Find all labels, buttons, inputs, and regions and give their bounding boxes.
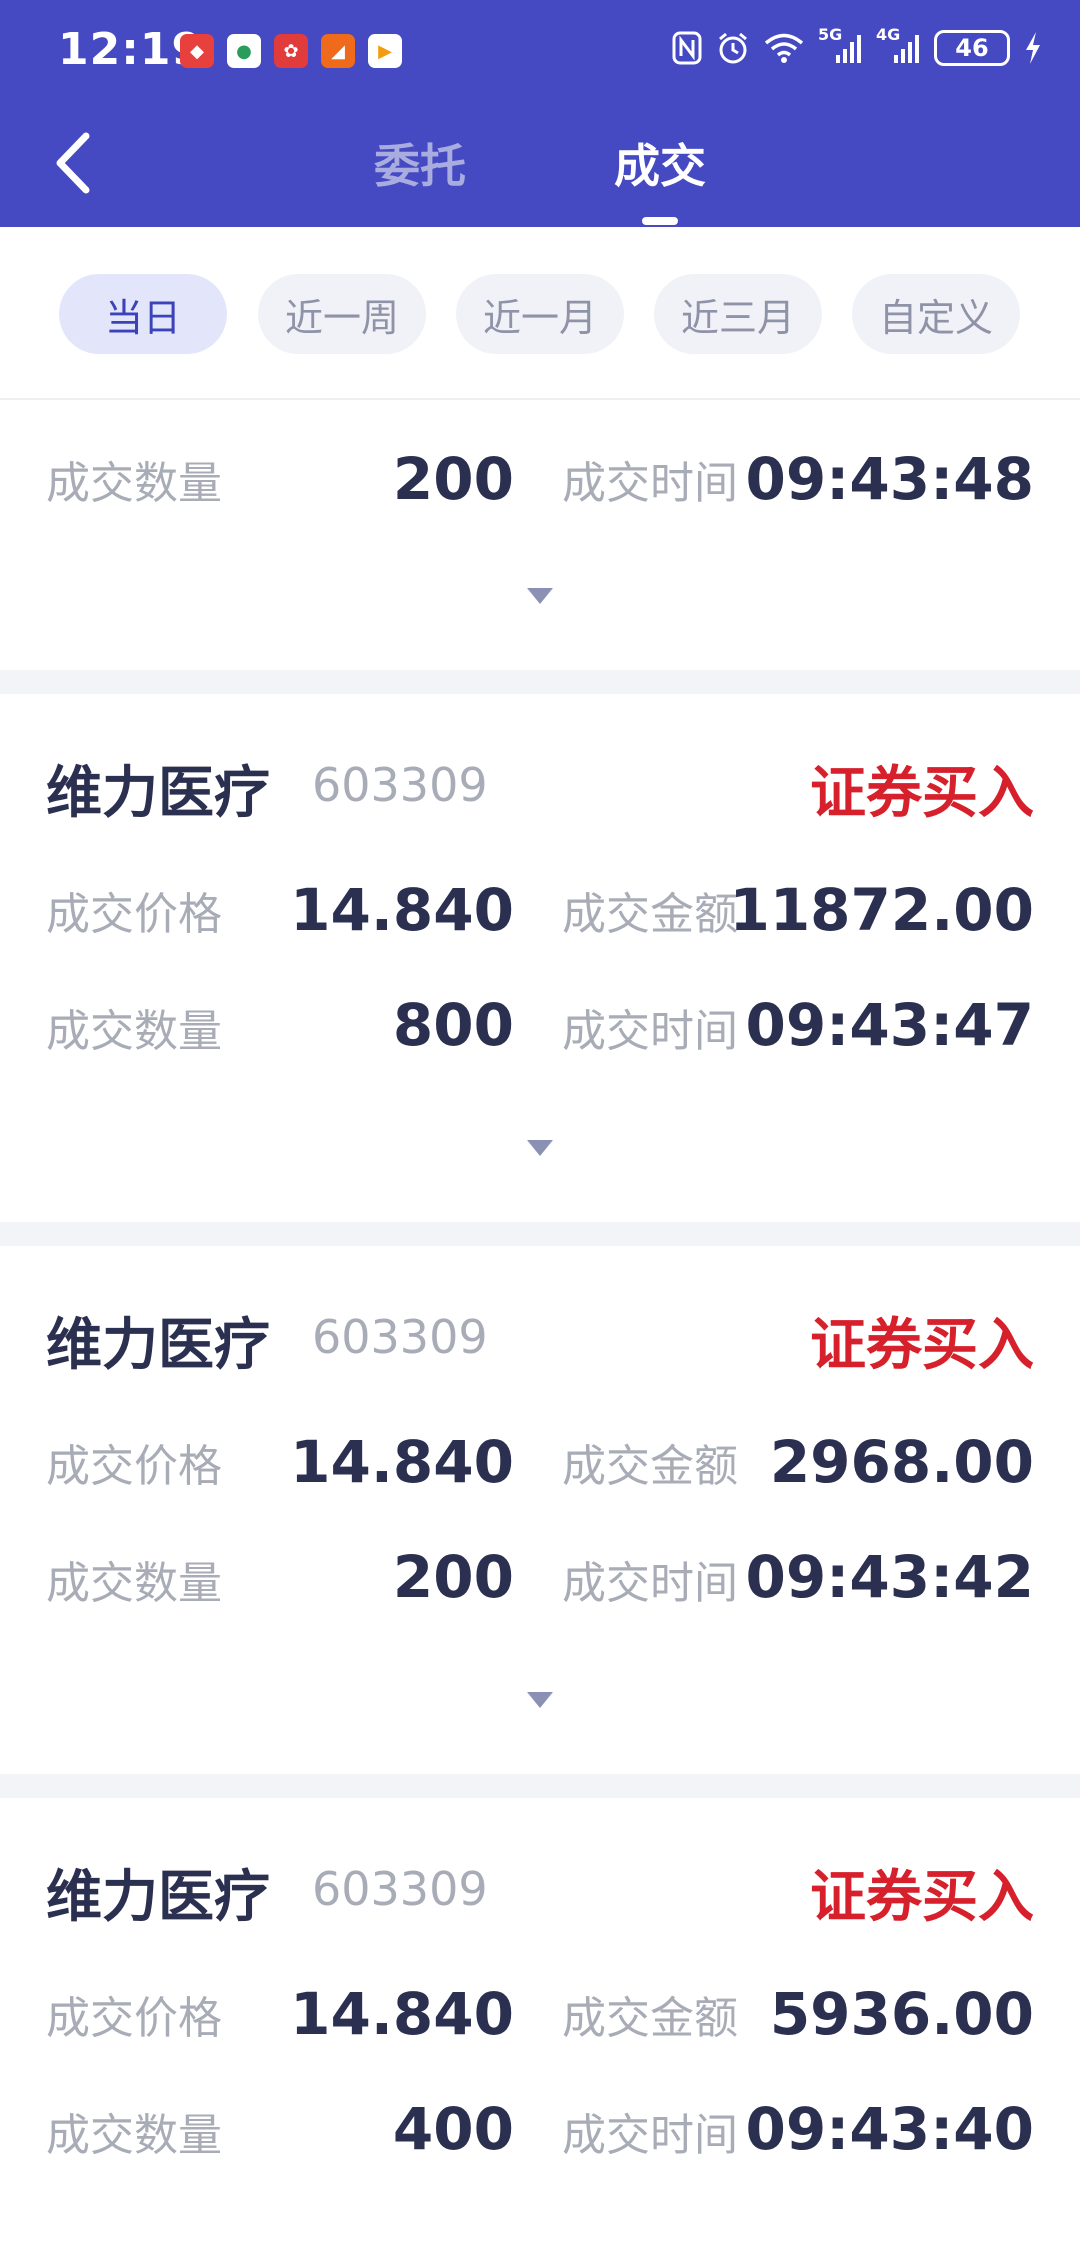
quantity-value: 800: [392, 991, 514, 1059]
time-label: 成交时间: [562, 458, 738, 509]
time-value: 09:43:48: [745, 445, 1034, 513]
price-value: 14.840: [290, 1428, 514, 1496]
signal-4g-icon: 4G: [876, 25, 920, 65]
card-separator: [0, 670, 1080, 694]
quantity-value: 200: [392, 445, 514, 513]
quantity-label: 成交数量: [46, 2110, 222, 2161]
quantity-value: 400: [392, 2095, 514, 2163]
trade-card[interactable]: 维力医疗 603309 证券买入 成交价格 14.840 成交金额 11872.…: [0, 694, 1080, 1222]
quantity-label: 成交数量: [46, 1006, 222, 1057]
filter-week[interactable]: 近一周: [258, 274, 426, 354]
price-value: 14.840: [290, 876, 514, 944]
trade-type-badge: 证券买入: [810, 761, 1034, 826]
stock-name: 维力医疗: [46, 1865, 270, 1930]
time-label: 成交时间: [562, 1558, 738, 1609]
stock-code: 603309: [312, 1310, 488, 1364]
stock-code: 603309: [312, 1862, 488, 1916]
trade-card[interactable]: 维力医疗 603309 证券买入 成交价格 14.840 成交金额 5936.0…: [0, 1798, 1080, 2244]
alarm-icon: [716, 31, 750, 65]
app-notification-icon: ◢: [321, 34, 355, 68]
tab-orders[interactable]: 委托: [340, 130, 500, 196]
app-notification-icon: ●: [227, 34, 261, 68]
network-4g-label: 4G: [876, 25, 901, 44]
signal-5g-icon: 5G: [818, 25, 862, 65]
card-separator: [0, 1774, 1080, 1798]
caret-down-icon: [527, 588, 553, 604]
amount-label: 成交金额: [562, 1993, 738, 2044]
time-value: 09:43:40: [745, 2095, 1034, 2163]
network-5g-label: 5G: [818, 25, 843, 44]
price-label: 成交价格: [46, 1993, 222, 2044]
system-icons: 5G 4G 46: [672, 25, 1042, 66]
time-value: 09:43:42: [745, 1543, 1034, 1611]
amount-value: 11872.00: [729, 876, 1034, 944]
stock-code: 603309: [312, 758, 488, 812]
trade-card-partial[interactable]: 成交数量 200 成交时间 09:43:48: [0, 400, 1080, 670]
amount-value: 5936.00: [769, 1980, 1034, 2048]
app-notification-icon: ✿: [274, 34, 308, 68]
time-label: 成交时间: [562, 1006, 738, 1057]
app-notification-icon: ◆: [180, 34, 214, 68]
price-value: 14.840: [290, 1980, 514, 2048]
filter-custom[interactable]: 自定义: [852, 274, 1020, 354]
quantity-label: 成交数量: [46, 458, 222, 509]
expand-button[interactable]: [525, 586, 555, 606]
status-bar: 12:19 ◆ ● ✿ ◢ ▶ 5G 4G 46: [0, 0, 1080, 100]
amount-label: 成交金额: [562, 889, 738, 940]
wifi-icon: [764, 32, 804, 64]
notification-icons: ◆ ● ✿ ◢ ▶: [180, 34, 402, 68]
tab-trades[interactable]: 成交: [580, 130, 740, 196]
date-filter-bar: 当日 近一周 近一月 近三月 自定义: [0, 227, 1080, 399]
time-label: 成交时间: [562, 2110, 738, 2161]
battery-level: 46: [955, 34, 989, 62]
amount-value: 2968.00: [769, 1428, 1034, 1496]
amount-label: 成交金额: [562, 1441, 738, 1492]
app-notification-icon: ▶: [368, 34, 402, 68]
quantity-value: 200: [392, 1543, 514, 1611]
filter-today[interactable]: 当日: [59, 274, 227, 354]
trade-type-badge: 证券买入: [810, 1865, 1034, 1930]
card-separator: [0, 1222, 1080, 1246]
active-tab-indicator: [642, 217, 678, 225]
stock-name: 维力医疗: [46, 761, 270, 826]
trade-card[interactable]: 维力医疗 603309 证券买入 成交价格 14.840 成交金额 2968.0…: [0, 1246, 1080, 1774]
nfc-icon: [672, 31, 702, 65]
trade-type-badge: 证券买入: [810, 1313, 1034, 1378]
quantity-label: 成交数量: [46, 1558, 222, 1609]
expand-button[interactable]: [525, 1138, 555, 1158]
expand-button[interactable]: [525, 1690, 555, 1710]
tab-bar: 委托 成交: [0, 130, 1080, 227]
stock-name: 维力医疗: [46, 1313, 270, 1378]
charging-icon: [1024, 31, 1042, 65]
caret-down-icon: [527, 1692, 553, 1708]
app-header: 12:19 ◆ ● ✿ ◢ ▶ 5G 4G 46 委托 成交: [0, 0, 1080, 227]
time-value: 09:43:47: [745, 991, 1034, 1059]
caret-down-icon: [527, 1140, 553, 1156]
filter-three-months[interactable]: 近三月: [654, 274, 822, 354]
price-label: 成交价格: [46, 889, 222, 940]
filter-month[interactable]: 近一月: [456, 274, 624, 354]
price-label: 成交价格: [46, 1441, 222, 1492]
battery-icon: 46: [934, 30, 1010, 66]
